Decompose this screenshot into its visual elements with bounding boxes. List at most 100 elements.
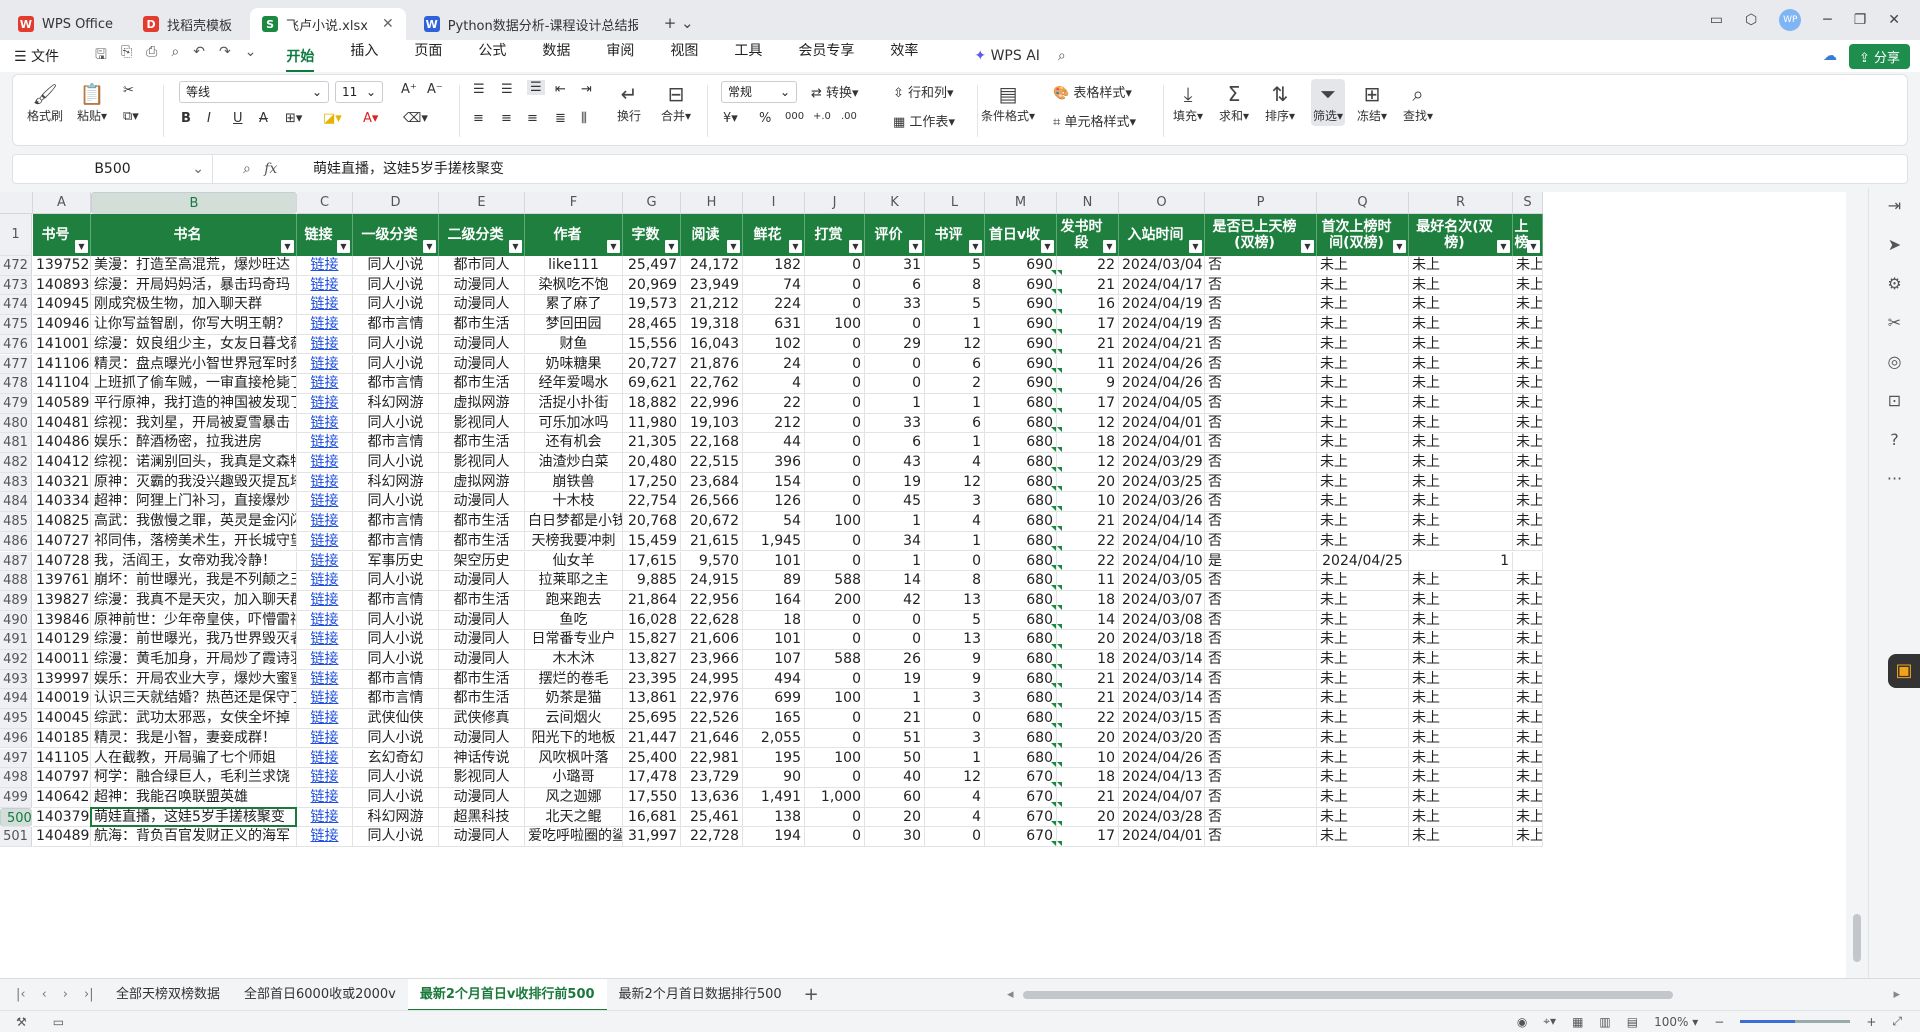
table-cell[interactable]: 670: [985, 807, 1057, 828]
table-cell[interactable]: 1407971: [33, 768, 91, 788]
table-cell[interactable]: 否: [1205, 334, 1317, 355]
clear-format-icon[interactable]: ⌫▾: [403, 111, 428, 126]
table-cell[interactable]: 6: [865, 275, 925, 296]
preview-icon[interactable]: ⌕: [171, 44, 179, 68]
table-cell[interactable]: 19: [865, 669, 925, 690]
table-cell[interactable]: 未上: [1317, 650, 1409, 670]
table-cell[interactable]: 0: [805, 492, 865, 513]
table-cell[interactable]: 22,515: [681, 453, 743, 473]
table-cell[interactable]: 架空历史: [439, 551, 525, 572]
column-header[interactable]: P: [1205, 192, 1317, 214]
table-cell[interactable]: 未上: [1317, 492, 1409, 513]
table-cell[interactable]: [1513, 551, 1543, 572]
table-cell[interactable]: 综视：诺澜别回头，我真是文森特: [91, 453, 297, 473]
table-cell[interactable]: 26,566: [681, 492, 743, 513]
table-cell[interactable]: 31: [865, 256, 925, 276]
table-cell[interactable]: 18: [1057, 590, 1119, 611]
row-header[interactable]: 489: [0, 590, 32, 611]
table-cell[interactable]: 494: [743, 669, 805, 690]
table-cell[interactable]: 否: [1205, 768, 1317, 788]
table-cell[interactable]: 超神：我能召唤联盟英雄: [91, 787, 297, 808]
scroll-right-icon[interactable]: ▸: [1893, 987, 1900, 1002]
table-cell[interactable]: 都市言情: [353, 512, 439, 532]
table-style-button[interactable]: 🎨 表格样式▾: [1053, 82, 1132, 101]
table-cell[interactable]: 未上: [1317, 610, 1409, 631]
table-cell[interactable]: 未上: [1409, 571, 1513, 591]
align-center-icon[interactable]: ≡: [501, 111, 512, 126]
decimal-decrease-icon[interactable]: .00: [841, 111, 857, 122]
table-cell[interactable]: 8: [925, 571, 985, 591]
table-cell[interactable]: 690: [985, 354, 1057, 375]
table-cell[interactable]: 否: [1205, 315, 1317, 335]
table-cell[interactable]: 虚拟网游: [439, 393, 525, 414]
table-cell[interactable]: 680: [985, 393, 1057, 414]
page-break-icon[interactable]: ▤: [1627, 1015, 1638, 1029]
table-cell[interactable]: 22,981: [681, 748, 743, 769]
column-header[interactable]: K: [865, 192, 925, 214]
table-cell[interactable]: 0: [865, 630, 925, 650]
table-cell[interactable]: 1407280: [33, 551, 91, 572]
table-cell[interactable]: 22,754: [623, 492, 681, 513]
table-cell[interactable]: 102: [743, 334, 805, 355]
table-cell[interactable]: 680: [985, 610, 1057, 631]
table-cell[interactable]: 未上: [1317, 787, 1409, 808]
assistant-float-button[interactable]: ▣: [1888, 654, 1920, 688]
zoom-level[interactable]: 100% ▾: [1654, 1015, 1698, 1029]
conditional-format-button[interactable]: ▤ 条件格式▾: [981, 81, 1035, 124]
filter-dropdown-icon[interactable]: ▼: [1301, 240, 1314, 253]
zoom-in-icon[interactable]: +: [1866, 1015, 1876, 1029]
table-cell[interactable]: 2024/04/19: [1119, 295, 1205, 316]
link-cell[interactable]: 链接: [297, 748, 353, 769]
table-cell[interactable]: 未上: [1409, 512, 1513, 532]
table-cell[interactable]: 动漫同人: [439, 354, 525, 375]
table-cell[interactable]: 90: [743, 768, 805, 788]
column-header[interactable]: M: [985, 192, 1057, 214]
table-cell[interactable]: 680: [985, 433, 1057, 453]
table-cell[interactable]: 否: [1205, 827, 1317, 847]
filter-dropdown-icon[interactable]: ▼: [607, 240, 620, 253]
table-cell[interactable]: 16,028: [623, 610, 681, 631]
table-cell[interactable]: 萌娃直播，这娃5岁手搓核聚变: [91, 807, 297, 828]
table-cell[interactable]: 否: [1205, 433, 1317, 453]
undo-icon[interactable]: ↶: [193, 44, 205, 68]
table-cell[interactable]: 9: [925, 669, 985, 690]
table-cell[interactable]: 未上: [1409, 610, 1513, 631]
table-cell[interactable]: 26: [865, 650, 925, 670]
filter-dropdown-icon[interactable]: ▼: [665, 240, 678, 253]
table-cell[interactable]: 25,497: [623, 256, 681, 276]
menu-item[interactable]: 效率: [890, 40, 918, 72]
table-cell[interactable]: 未上: [1513, 413, 1543, 434]
table-cell[interactable]: 2024/03/07: [1119, 590, 1205, 611]
table-cell[interactable]: 21: [1057, 334, 1119, 355]
table-cell[interactable]: 0: [805, 374, 865, 394]
table-cell[interactable]: 未上: [1409, 256, 1513, 276]
table-cell[interactable]: 13,827: [623, 650, 681, 670]
table-cell[interactable]: 影视同人: [439, 453, 525, 473]
table-cell[interactable]: 0: [805, 610, 865, 631]
table-cell[interactable]: 2024/03/05: [1119, 571, 1205, 591]
table-cell[interactable]: 否: [1205, 650, 1317, 670]
table-cell[interactable]: 20,480: [623, 453, 681, 473]
table-cell[interactable]: 木木沐: [525, 650, 623, 670]
table-cell[interactable]: 否: [1205, 275, 1317, 296]
link-cell[interactable]: 链接: [297, 531, 353, 552]
currency-icon[interactable]: ¥▾: [723, 111, 738, 126]
table-cell[interactable]: 5: [925, 256, 985, 276]
decrease-font-icon[interactable]: A⁻: [427, 82, 443, 97]
table-cell[interactable]: 否: [1205, 748, 1317, 769]
table-cell[interactable]: 21: [1057, 512, 1119, 532]
table-cell[interactable]: 科幻网游: [353, 472, 439, 493]
table-cell[interactable]: 19,318: [681, 315, 743, 335]
table-cell[interactable]: 101: [743, 630, 805, 650]
table-cell[interactable]: 21,615: [681, 531, 743, 552]
cell-style-button[interactable]: ⌗ 单元格样式▾: [1053, 111, 1136, 130]
link-cell[interactable]: 链接: [297, 728, 353, 749]
table-cell[interactable]: 21,876: [681, 354, 743, 375]
link-cell[interactable]: 链接: [297, 295, 353, 316]
table-cell[interactable]: 17,250: [623, 472, 681, 493]
table-cell[interactable]: 126: [743, 492, 805, 513]
table-cell[interactable]: 21,305: [623, 433, 681, 453]
table-cell[interactable]: 未上: [1317, 728, 1409, 749]
table-cell[interactable]: 25,400: [623, 748, 681, 769]
table-cell[interactable]: 0: [805, 295, 865, 316]
